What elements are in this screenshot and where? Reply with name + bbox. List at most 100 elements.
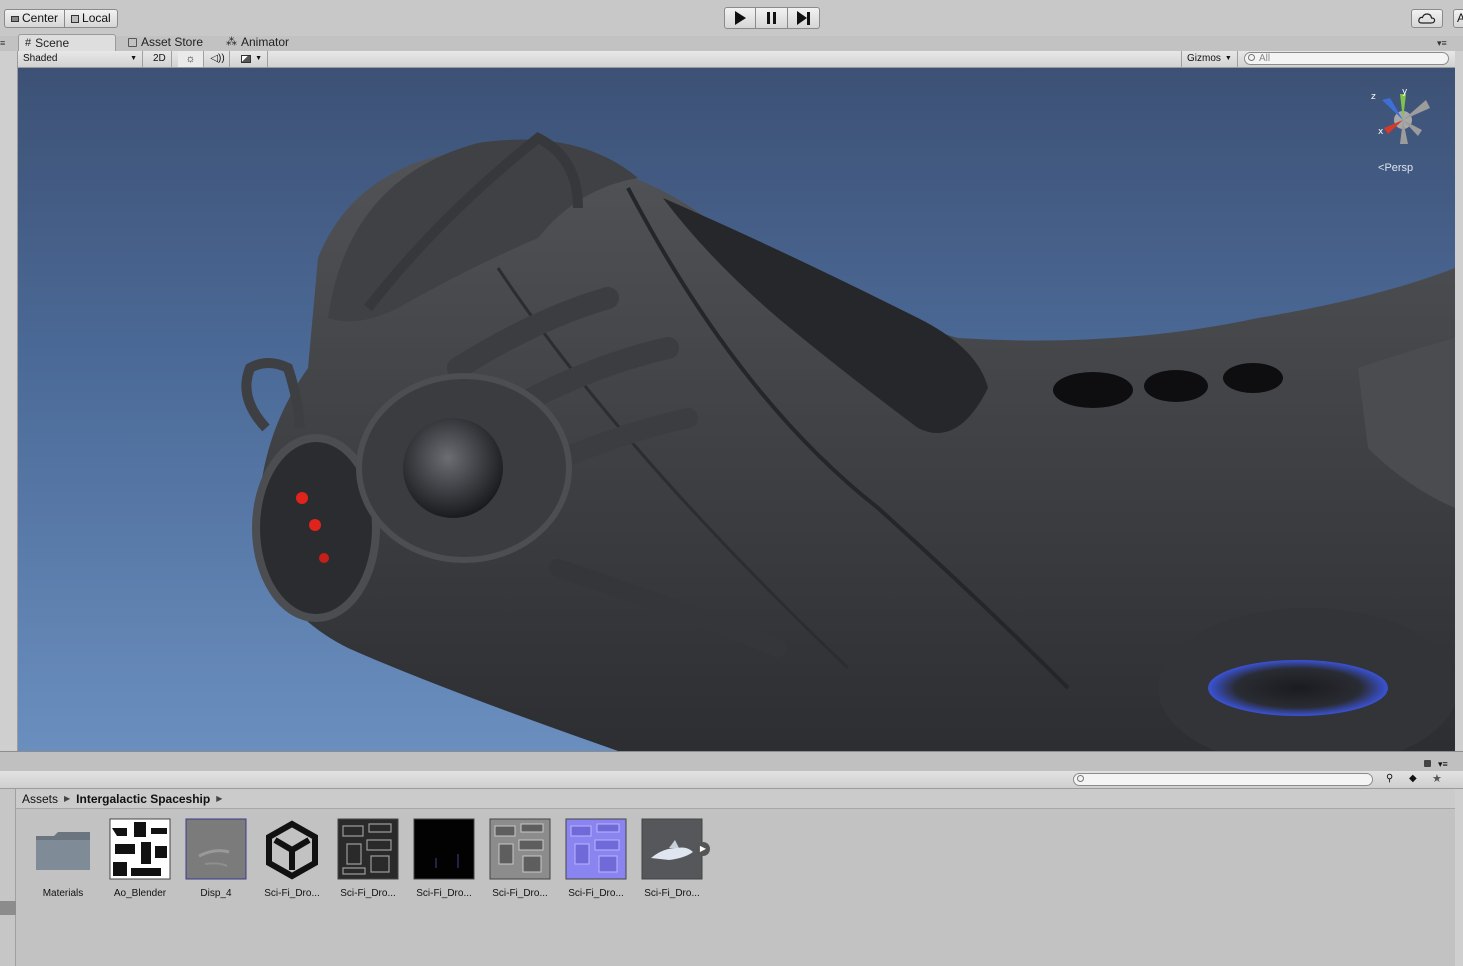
scene-search-input[interactable]: All xyxy=(1244,52,1449,65)
spaceship-render xyxy=(241,132,1455,751)
cloud-icon xyxy=(1418,13,1436,24)
texture-thumbnail xyxy=(337,818,399,880)
main-toolbar: Center Local A xyxy=(0,0,1463,36)
account-button[interactable]: A xyxy=(1453,9,1463,28)
center-label: Center xyxy=(22,11,59,25)
asset-label: Sci-Fi_Dro... xyxy=(644,888,700,899)
cloud-button[interactable] xyxy=(1411,9,1443,28)
pause-button[interactable] xyxy=(756,7,788,29)
speaker-icon: ◁)) xyxy=(210,53,225,64)
breadcrumb-assets[interactable]: Assets xyxy=(22,789,58,809)
gizmo-axis-z-cone xyxy=(1382,98,1403,120)
lighting-toggle[interactable]: ☼ xyxy=(178,51,204,67)
playback-controls xyxy=(724,7,820,29)
texture-thumbnail xyxy=(565,818,627,880)
tab-animator-label: Animator xyxy=(241,35,290,49)
pivot-center-icon xyxy=(11,15,19,22)
panel-menu-icon[interactable]: ≡ xyxy=(0,38,12,48)
tab-animator[interactable]: ⁂ Animator xyxy=(220,34,295,51)
tab-asset-store-label: Asset Store xyxy=(141,35,204,49)
breadcrumb-intergalactic-spaceship[interactable]: Intergalactic Spaceship xyxy=(76,789,210,809)
scene-viewport[interactable]: z y x <Persp xyxy=(18,68,1455,751)
filter-by-label-icon[interactable]: ◆ xyxy=(1409,773,1417,784)
lock-icon[interactable] xyxy=(1424,760,1431,767)
filter-by-type-icon[interactable]: ⚲ xyxy=(1386,773,1393,784)
breadcrumb-separator-icon: ▶ xyxy=(64,793,71,803)
texture-thumbnail xyxy=(489,818,551,880)
projection-toggle[interactable]: <Persp xyxy=(1378,162,1413,174)
breadcrumb: Assets ▶ Intergalactic Spaceship ▶ xyxy=(16,789,1455,809)
store-icon xyxy=(128,38,137,47)
asset-sci-fi-scene[interactable]: Sci-Fi_Dro... xyxy=(256,818,328,899)
asset-grid: Materials Ao_Blender Disp_4 Sci-Fi_Dro..… xyxy=(16,810,1455,966)
asset-label: Sci-Fi_Dro... xyxy=(416,888,472,899)
gizmos-dropdown[interactable]: Gizmos ▼ xyxy=(1181,51,1238,67)
center-button[interactable]: Center xyxy=(4,9,66,28)
asset-sci-fi-model[interactable]: Sci-Fi_Dro... ▶ xyxy=(636,818,710,899)
toggle-2d-button[interactable]: 2D xyxy=(148,51,172,67)
texture-thumbnail xyxy=(109,818,171,880)
asset-label: Sci-Fi_Dro... xyxy=(492,888,548,899)
gizmo-y-label: y xyxy=(1402,87,1408,97)
texture-thumbnail xyxy=(185,818,247,880)
gizmos-label: Gizmos xyxy=(1187,53,1221,64)
search-icon xyxy=(1248,54,1255,61)
pivot-toggle-group: Center Local xyxy=(4,9,118,28)
toggle-2d-label: 2D xyxy=(153,53,166,64)
image-icon xyxy=(241,55,252,63)
scene-search-placeholder: All xyxy=(1259,53,1271,64)
grid-icon: # xyxy=(25,36,32,49)
step-button[interactable] xyxy=(788,7,820,29)
unity-logo-icon xyxy=(261,818,323,880)
pause-icon xyxy=(767,12,776,24)
account-initial: A xyxy=(1457,11,1463,25)
asset-sci-fi-texture-2[interactable]: Sci-Fi_Dro... xyxy=(408,818,480,899)
breadcrumb-separator-icon: ▶ xyxy=(216,793,223,803)
audio-toggle[interactable]: ◁)) xyxy=(206,51,230,67)
tab-options-icon[interactable]: ▾≡ xyxy=(1437,38,1451,48)
chevron-down-icon: ▼ xyxy=(1224,55,1232,62)
left-panel-edge xyxy=(0,51,18,751)
unity-editor-window: Center Local A ≡ # Scene Asset Store ⁂ A… xyxy=(0,0,1463,966)
effects-dropdown[interactable]: ▼ xyxy=(236,51,268,67)
chevron-down-icon: ▼ xyxy=(255,55,262,62)
panel-divider[interactable]: ▾≡ xyxy=(0,751,1463,771)
texture-thumbnail xyxy=(413,818,475,880)
orientation-gizmo[interactable]: z y x xyxy=(1368,86,1438,156)
shading-mode-dropdown[interactable]: Shaded ▼ xyxy=(18,51,143,67)
model-thumbnail xyxy=(641,818,703,880)
scene-toolbar: Shaded ▼ 2D ☼ ◁)) ▼ Gizmos ▼ All xyxy=(18,51,1455,68)
gizmo-z-label: z xyxy=(1371,92,1376,102)
asset-disp-4[interactable]: Disp_4 xyxy=(180,818,252,899)
asset-label: Disp_4 xyxy=(200,888,232,899)
local-button[interactable]: Local xyxy=(65,9,118,28)
project-right-edge xyxy=(1455,789,1463,966)
asset-materials[interactable]: Materials xyxy=(27,818,99,899)
project-tree-edge xyxy=(0,789,16,966)
project-search-input[interactable] xyxy=(1073,773,1373,786)
projection-label: Persp xyxy=(1384,162,1414,174)
asset-label: Ao_Blender xyxy=(113,888,167,899)
play-button[interactable] xyxy=(724,7,756,29)
animator-icon: ⁂ xyxy=(226,36,237,48)
asset-sci-fi-texture-3[interactable]: Sci-Fi_Dro... xyxy=(484,818,556,899)
folder-icon xyxy=(32,818,94,880)
panel-menu-icon[interactable]: ▾≡ xyxy=(1438,759,1448,770)
view-tabs: ≡ # Scene Asset Store ⁂ Animator ▾≡ xyxy=(0,34,1463,51)
asset-ao-blender[interactable]: Ao_Blender xyxy=(104,818,176,899)
local-cube-icon xyxy=(71,14,80,23)
expand-arrow-icon[interactable]: ▶ xyxy=(696,842,710,856)
tab-asset-store[interactable]: Asset Store xyxy=(122,34,209,51)
tab-scene[interactable]: # Scene xyxy=(18,34,116,51)
favorite-star-icon[interactable]: ★ xyxy=(1432,772,1442,785)
local-label: Local xyxy=(82,11,111,25)
sun-icon: ☼ xyxy=(185,53,196,65)
asset-label: Sci-Fi_Dro... xyxy=(568,888,624,899)
step-icon xyxy=(797,11,810,25)
right-panel-edge xyxy=(1455,51,1463,751)
chevron-down-icon: ▼ xyxy=(130,55,137,62)
asset-sci-fi-normal-map[interactable]: Sci-Fi_Dro... xyxy=(560,818,632,899)
ship-sphere xyxy=(403,418,503,518)
shading-mode-label: Shaded xyxy=(23,53,58,64)
asset-sci-fi-texture-1[interactable]: Sci-Fi_Dro... xyxy=(332,818,404,899)
